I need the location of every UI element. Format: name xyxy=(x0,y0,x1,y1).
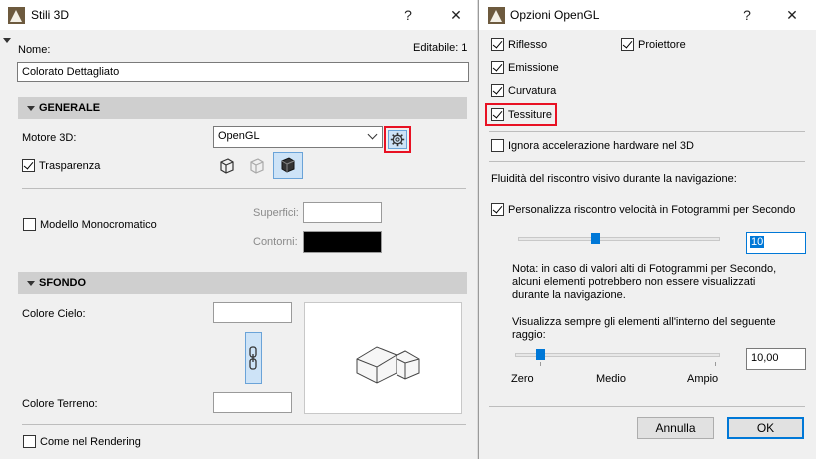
as-rendering-label: Come nel Rendering xyxy=(40,436,141,448)
section-general-header[interactable]: GENERALE xyxy=(18,97,467,119)
divider-bottom xyxy=(489,406,805,407)
as-rendering-checkbox[interactable] xyxy=(23,435,36,448)
ground-color-label: Colore Terreno: xyxy=(22,398,98,410)
ignore-hw-label: Ignora accelerazione hardware nel 3D xyxy=(508,140,694,152)
range-tick-max xyxy=(715,362,716,366)
name-input[interactable]: Colorato Dettagliato xyxy=(17,62,469,82)
panel-collapse-arrow-icon[interactable] xyxy=(3,38,11,43)
surfaces-label: Superfici: xyxy=(253,207,299,219)
help-button[interactable]: ? xyxy=(398,5,418,25)
background-preview xyxy=(304,302,462,414)
fps-slider-thumb[interactable] xyxy=(591,233,600,244)
monochrome-label: Modello Monocromatico xyxy=(40,219,157,231)
close-button[interactable]: ✕ xyxy=(782,5,802,25)
ok-button[interactable]: OK xyxy=(727,417,804,439)
preview-shape-icon xyxy=(356,346,420,384)
shaded-mode-icon[interactable] xyxy=(273,152,303,179)
projector-label: Proiettore xyxy=(638,39,686,51)
name-label: Nome: xyxy=(18,44,51,56)
engine-label: Motore 3D: xyxy=(22,132,77,144)
curvature-label: Curvatura xyxy=(508,85,557,97)
title-bar: Stili 3D ? ✕ xyxy=(0,0,477,30)
range-input[interactable]: 10,00 xyxy=(746,348,806,370)
monochrome-checkbox[interactable] xyxy=(23,218,36,231)
window-title: Opzioni OpenGL xyxy=(510,8,600,22)
note-line-3: durante la navigazione. xyxy=(512,289,626,301)
fps-input[interactable]: 10 xyxy=(746,232,806,254)
ignore-hw-checkbox[interactable] xyxy=(491,139,504,152)
contours-label: Contorni: xyxy=(253,236,298,248)
fps-slider-track xyxy=(518,237,720,241)
range-tick-min xyxy=(540,362,541,366)
section-background-header[interactable]: SFONDO xyxy=(18,272,467,294)
chevron-down-icon xyxy=(367,129,378,140)
contours-color-swatch[interactable] xyxy=(303,231,382,253)
range-line-2: raggio: xyxy=(512,329,546,341)
note-line-2: alcuni elementi potrebbero non essere vi… xyxy=(512,276,756,288)
app-logo-icon xyxy=(488,7,505,24)
fps-slider[interactable] xyxy=(518,232,720,248)
title-bar: Opzioni OpenGL ? ✕ xyxy=(479,0,816,30)
scale-zero-label: Zero xyxy=(511,373,534,385)
scale-medium-label: Medio xyxy=(596,373,626,385)
chain-link-icon xyxy=(249,346,257,370)
ground-color-swatch[interactable] xyxy=(213,392,292,413)
curvature-checkbox[interactable] xyxy=(491,84,504,97)
divider-top xyxy=(489,131,805,132)
app-logo-icon xyxy=(8,7,25,24)
wireframe-mode-icon[interactable] xyxy=(218,157,236,175)
reflection-checkbox[interactable] xyxy=(491,38,504,51)
note-line-1: Nota: in caso di valori alti di Fotogram… xyxy=(512,263,777,275)
reflection-label: Riflesso xyxy=(508,39,548,51)
range-slider-thumb[interactable] xyxy=(536,349,545,360)
close-button[interactable]: ✕ xyxy=(446,5,466,25)
cancel-button[interactable]: Annulla xyxy=(637,417,714,439)
help-button[interactable]: ? xyxy=(737,5,757,25)
surfaces-color-swatch[interactable] xyxy=(303,202,382,223)
sky-color-label: Colore Cielo: xyxy=(22,308,86,320)
sky-color-swatch[interactable] xyxy=(213,302,292,323)
stili-3d-window: Stili 3D ? ✕ Nome: Editabile: 1 Colorato… xyxy=(0,0,477,459)
textures-checkbox[interactable] xyxy=(491,108,504,121)
transparency-label: Trasparenza xyxy=(39,160,101,172)
transparency-checkbox[interactable] xyxy=(22,159,35,172)
divider-middle xyxy=(489,161,805,162)
range-line-1: Visualizza sempre gli elementi all'inter… xyxy=(512,316,776,328)
emission-label: Emissione xyxy=(508,62,559,74)
range-slider-track xyxy=(515,353,720,357)
fps-input-value: 10 xyxy=(750,236,765,248)
fluidity-label: Fluidità del riscontro visivo durante la… xyxy=(491,173,737,185)
general-divider xyxy=(22,188,466,189)
custom-fps-checkbox[interactable] xyxy=(491,203,504,216)
custom-fps-label: Personalizza riscontro velocità in Fotog… xyxy=(508,204,796,216)
opengl-options-window: Opzioni OpenGL ? ✕ Riflesso Proiettore E… xyxy=(478,0,816,459)
emission-checkbox[interactable] xyxy=(491,61,504,74)
link-colors-toggle[interactable] xyxy=(245,332,262,384)
editable-count: Editabile: 1 xyxy=(413,42,468,54)
scale-max-label: Ampio xyxy=(687,373,719,385)
window-title: Stili 3D xyxy=(31,8,70,22)
range-slider[interactable] xyxy=(515,348,720,368)
engine-select-value: OpenGL xyxy=(218,130,260,142)
projector-checkbox[interactable] xyxy=(621,38,634,51)
engine-select[interactable]: OpenGL xyxy=(213,126,383,148)
background-divider xyxy=(22,424,466,425)
engine-settings-gear-button[interactable] xyxy=(384,126,411,153)
textures-label: Tessiture xyxy=(508,109,553,121)
gear-icon xyxy=(388,130,407,149)
hidden-line-mode-icon[interactable] xyxy=(248,157,266,175)
